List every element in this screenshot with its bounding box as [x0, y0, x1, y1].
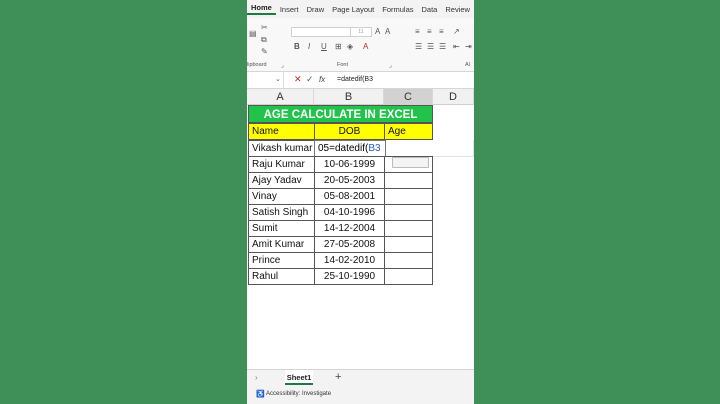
name-cell[interactable]: Ajay Yadav — [248, 172, 315, 189]
ribbon: ▤ ✂ ⧉ ✎ lipboard ⌟ 11 A A B I U ⊞ ◈ A Fo… — [247, 18, 474, 72]
formula-bar: ⌄ ✕ ✓ fx =datedif(B3 — [247, 72, 474, 89]
column-header-c[interactable]: C — [384, 89, 433, 105]
font-size-dropdown[interactable]: 11 — [350, 27, 372, 37]
header-name-cell[interactable]: Name — [248, 123, 315, 140]
dob-cell[interactable]: 05-08-2001 — [314, 188, 385, 205]
name-cell[interactable]: Sumit — [248, 220, 315, 237]
align-left-icon[interactable]: ☰ — [415, 43, 422, 51]
dob-cell[interactable]: 14-02-2010 — [314, 252, 385, 269]
excel-window: Home Insert Draw Page Layout Formulas Da… — [247, 0, 474, 404]
name-cell[interactable]: Prince — [248, 252, 315, 269]
clipboard-group-label: lipboard — [247, 62, 267, 68]
header-dob-cell[interactable]: DOB — [314, 123, 385, 140]
age-cell[interactable] — [384, 252, 433, 269]
align-top-icon[interactable]: ≡ — [415, 28, 420, 36]
dob-cell[interactable]: 25-10-1990 — [314, 268, 385, 285]
add-sheet-button[interactable]: + — [335, 371, 341, 383]
align-bottom-icon[interactable]: ≡ — [439, 28, 444, 36]
accessibility-status[interactable]: Accessibility: Investigate — [266, 390, 331, 399]
tab-data[interactable]: Data — [418, 5, 442, 14]
editing-prefix: 05 — [318, 143, 330, 154]
alignment-group-label: Al — [465, 62, 470, 68]
font-color-icon[interactable]: A — [363, 43, 368, 51]
cut-icon[interactable]: ✂ — [261, 24, 268, 32]
column-header-d[interactable]: D — [433, 89, 474, 105]
age-cell[interactable] — [384, 236, 433, 253]
name-box-chevron-icon[interactable]: ⌄ — [275, 76, 281, 84]
name-cell[interactable]: Raju Kumar — [248, 156, 315, 173]
accessibility-icon[interactable]: ♿ — [256, 390, 265, 399]
italic-icon[interactable]: I — [308, 43, 310, 51]
editing-cell[interactable]: 05=datedif(B3 — [314, 140, 386, 157]
dob-cell[interactable]: 27-05-2008 — [314, 236, 385, 253]
name-cell[interactable]: Satish Singh — [248, 204, 315, 221]
dob-cell[interactable]: 20-05-2003 — [314, 172, 385, 189]
bold-icon[interactable]: B — [294, 43, 300, 51]
ribbon-tabs: Home Insert Draw Page Layout Formulas Da… — [247, 0, 474, 18]
status-bar: ♿ Accessibility: Investigate — [247, 386, 474, 404]
column-header-b[interactable]: B — [314, 89, 384, 105]
age-cell[interactable] — [384, 268, 433, 285]
name-cell[interactable]: Vikash kumar — [248, 140, 315, 157]
sheet-nav-icon[interactable]: › — [255, 373, 258, 382]
age-cell[interactable] — [384, 188, 433, 205]
align-center-icon[interactable]: ☰ — [427, 43, 434, 51]
header-age-cell[interactable]: Age — [384, 123, 433, 140]
paste-icon[interactable]: ▤ — [249, 30, 257, 38]
indent-icon[interactable]: ⇤ — [453, 43, 460, 51]
age-cell[interactable] — [384, 156, 433, 173]
align-right-icon[interactable]: ☰ — [439, 43, 446, 51]
title-cell[interactable]: AGE CALCULATE IN EXCEL — [248, 105, 433, 123]
name-cell[interactable]: Rahul — [248, 268, 315, 285]
name-cell[interactable]: Amit Kumar — [248, 236, 315, 253]
font-launcher-icon[interactable]: ⌟ — [389, 62, 392, 70]
empty-cell[interactable] — [386, 140, 474, 157]
tab-draw[interactable]: Draw — [303, 5, 329, 14]
editing-reference: B3 — [368, 143, 381, 154]
tab-review[interactable]: Review — [441, 5, 474, 14]
fill-color-icon[interactable]: ◈ — [347, 43, 353, 51]
age-cell[interactable] — [384, 172, 433, 189]
clipboard-launcher-icon[interactable]: ⌟ — [281, 62, 284, 70]
dob-cell[interactable]: 04-10-1996 — [314, 204, 385, 221]
tab-formulas[interactable]: Formulas — [378, 5, 417, 14]
font-group-label: Font — [337, 62, 349, 68]
sheet-tab-bar: › Sheet1 + — [247, 369, 474, 386]
decrease-font-icon[interactable]: A — [385, 28, 390, 36]
name-cell[interactable]: Vinay — [248, 188, 315, 205]
dob-cell[interactable]: 14-12-2004 — [314, 220, 385, 237]
column-header-a[interactable]: A — [247, 89, 314, 105]
align-middle-icon[interactable]: ≡ — [427, 28, 432, 36]
borders-icon[interactable]: ⊞ — [335, 43, 342, 51]
age-cell[interactable] — [384, 220, 433, 237]
copy-icon[interactable]: ⧉ — [261, 36, 267, 44]
format-painter-icon[interactable]: ✎ — [261, 48, 268, 56]
dob-cell[interactable]: 10-06-1999 — [314, 156, 385, 173]
cancel-icon[interactable]: ✕ — [294, 75, 302, 84]
formula-input[interactable]: =datedif(B3 — [337, 76, 373, 84]
worksheet-grid[interactable]: A B C D AGE CALCULATE IN EXCEL Name DOB … — [247, 89, 474, 369]
outdent-icon[interactable]: ⇥ — [465, 43, 472, 51]
enter-icon[interactable]: ✓ — [306, 75, 314, 84]
sheet-tab-sheet1[interactable]: Sheet1 — [285, 370, 313, 385]
insert-function-icon[interactable]: fx — [319, 75, 325, 84]
tab-page-layout[interactable]: Page Layout — [328, 5, 378, 14]
tab-insert[interactable]: Insert — [276, 5, 303, 14]
underline-icon[interactable]: U — [321, 43, 327, 51]
age-cell[interactable] — [384, 204, 433, 221]
tab-home[interactable]: Home — [247, 3, 276, 15]
orientation-icon[interactable]: ↗ — [453, 28, 460, 36]
increase-font-icon[interactable]: A — [375, 28, 380, 36]
editing-formula: =datedif( — [329, 143, 369, 154]
